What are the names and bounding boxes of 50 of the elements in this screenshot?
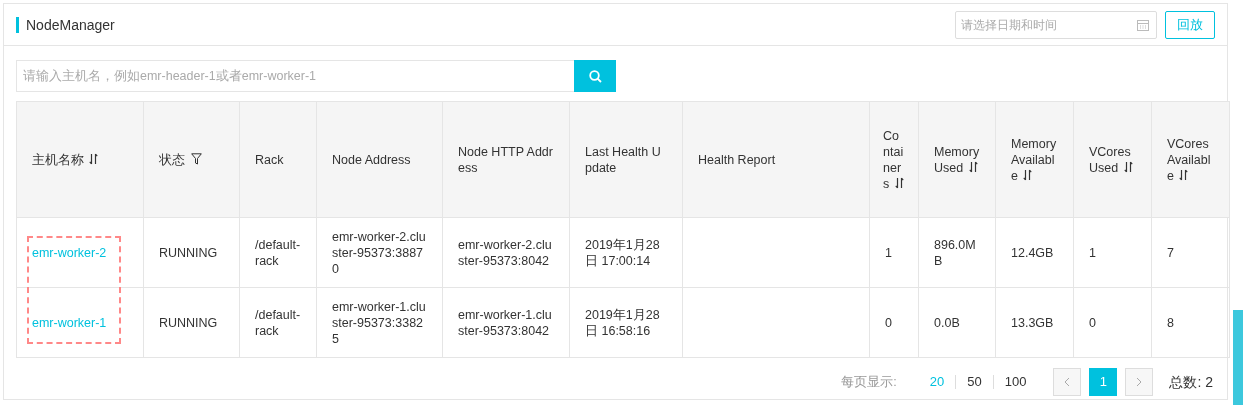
table-cell: 1 xyxy=(885,245,892,260)
table-cell: 13.3GB xyxy=(1011,315,1054,330)
column-header[interactable]: VCores Available xyxy=(1151,101,1230,218)
column-header[interactable]: Memory Used xyxy=(918,101,996,218)
column-header[interactable]: Rack xyxy=(239,101,317,218)
column-header[interactable]: Health Report xyxy=(682,101,870,218)
chevron-right-icon xyxy=(1136,377,1143,387)
table-cell: 0 xyxy=(885,315,892,330)
page-size-label: 每页显示: xyxy=(841,373,897,391)
sort-icon[interactable] xyxy=(968,160,978,175)
sort-icon[interactable] xyxy=(1123,160,1133,175)
table-cell: 896.0MB xyxy=(934,237,976,268)
table-cell: 2019年1月28日 17:00:14 xyxy=(585,237,660,268)
table-cell: 2019年1月28日 16:58:16 xyxy=(585,307,660,338)
table-cell: RUNNING xyxy=(159,315,218,330)
sort-icon[interactable] xyxy=(894,176,904,191)
table-cell: /default-rack xyxy=(255,237,301,268)
table-cell: emr-worker-1.cluster-95373:8042 xyxy=(458,307,552,338)
hostname-search-field[interactable]: 请输入主机名，例如emr-header-1或者emr-worker-1 xyxy=(16,60,574,92)
table-cell: emr-worker-2.cluster-95373:8042 xyxy=(458,237,552,268)
sort-icon[interactable] xyxy=(1179,168,1189,183)
page-size-option[interactable]: 100 xyxy=(992,375,1038,389)
column-header[interactable]: Node Address xyxy=(316,101,443,218)
panel-title: NodeManager xyxy=(16,16,115,33)
table-cell: 0 xyxy=(1089,315,1096,330)
table-cell: emr-worker-2.cluster-95373:38870 xyxy=(332,229,426,276)
table-cell: 0.0B xyxy=(934,315,960,330)
column-header[interactable]: 状态 xyxy=(143,101,240,218)
chevron-left-icon xyxy=(1064,377,1071,387)
total-count: 总数: 2 xyxy=(1169,372,1213,392)
table-cell: RUNNING xyxy=(159,245,218,260)
sort-icon[interactable] xyxy=(1023,168,1033,183)
table-cell: 12.4GB xyxy=(1011,245,1054,260)
column-header[interactable]: 主机名称 xyxy=(16,101,144,218)
date-time-field[interactable]: 请选择日期和时间 xyxy=(955,10,1157,39)
page-size-option[interactable]: 50 xyxy=(955,375,993,389)
table-cell: 7 xyxy=(1167,245,1174,260)
calendar-icon xyxy=(1137,18,1149,31)
table-cell: 8 xyxy=(1167,315,1174,330)
column-header[interactable]: Last Health Update xyxy=(569,101,683,218)
table-cell: 1 xyxy=(1089,245,1096,260)
search-icon xyxy=(588,69,602,83)
table-cell: /default-rack xyxy=(255,307,301,338)
column-header[interactable]: VCores Used xyxy=(1073,101,1152,218)
sort-icon[interactable] xyxy=(89,152,99,167)
column-header[interactable]: Containers xyxy=(869,101,919,218)
column-header[interactable]: Node HTTP Address xyxy=(442,101,570,218)
column-header[interactable]: Memory Available xyxy=(995,101,1074,218)
table-cell: emr-worker-1.cluster-95373:33825 xyxy=(332,299,426,346)
filter-icon[interactable] xyxy=(191,152,202,167)
